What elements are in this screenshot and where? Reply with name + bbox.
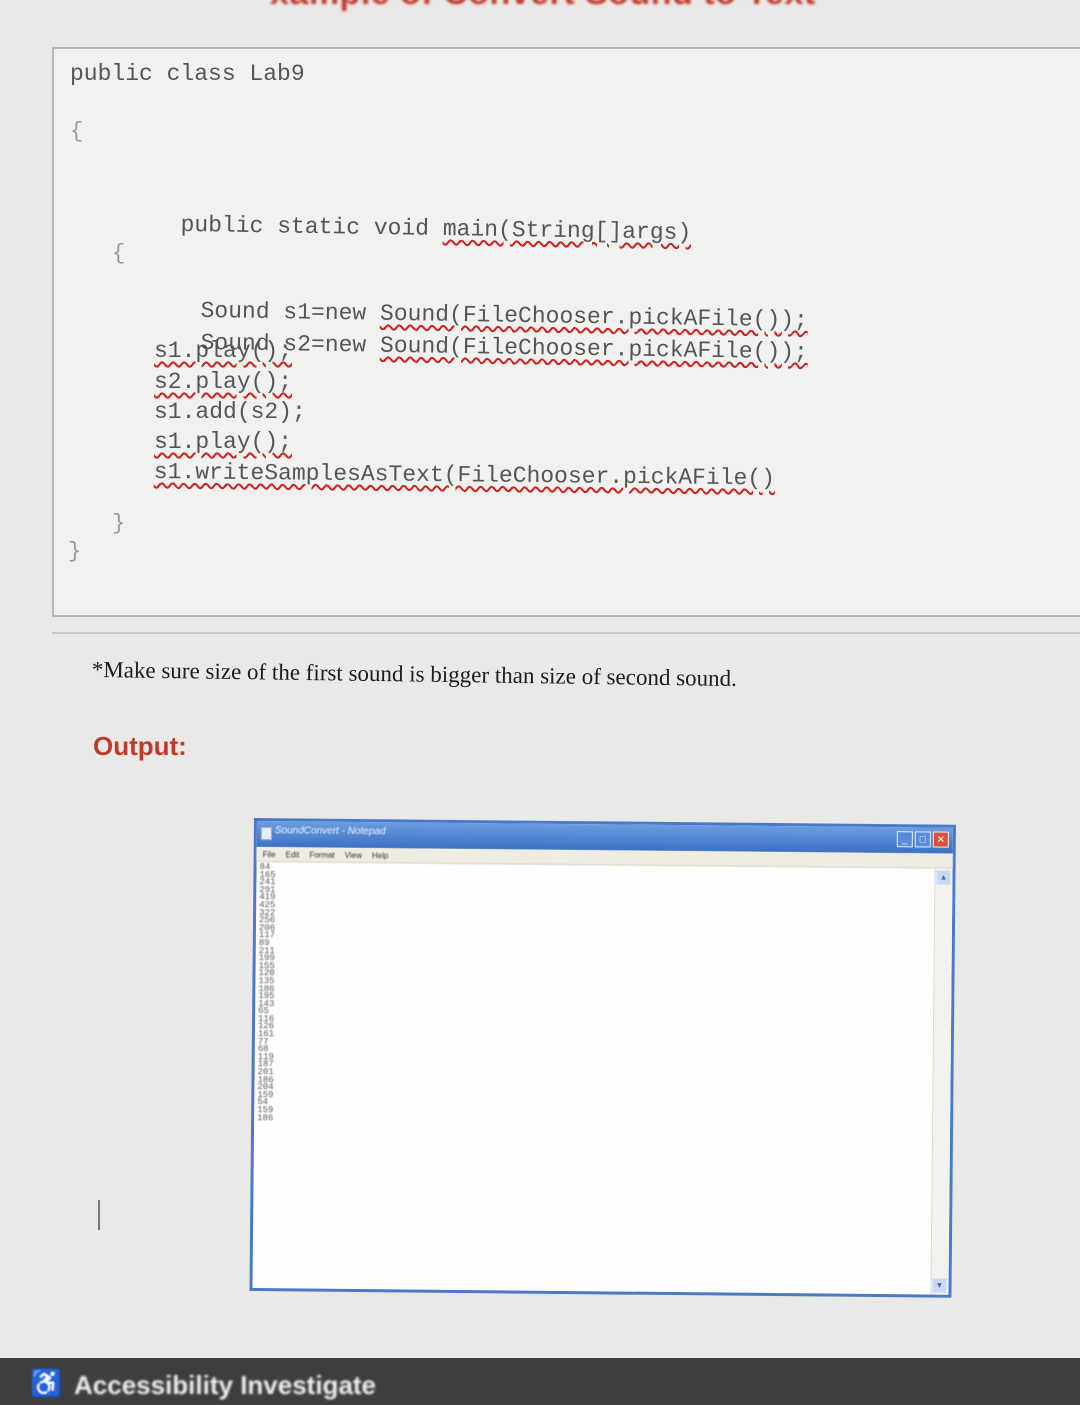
section-divider — [52, 632, 1080, 634]
code-line-3: public static void main(String[]args) — [125, 185, 692, 272]
scroll-up-icon[interactable]: ▲ — [936, 870, 951, 885]
code-line-13: } — [68, 539, 82, 564]
close-icon[interactable]: ✕ — [932, 831, 949, 848]
notepad-app-icon — [260, 827, 272, 841]
text-caret — [98, 1200, 100, 1230]
method-signature-prefix: public static void — [180, 211, 444, 242]
code-line-6-squiggle: Sound(FileChooser.pickAFile()); — [379, 332, 809, 366]
code-line-10: s1.play(); — [154, 429, 293, 455]
notepad-menu-format[interactable]: Format — [309, 850, 334, 859]
method-signature-rest: main(String[]args) — [442, 215, 692, 246]
instruction-note: *Make sure size of the first sound is bi… — [91, 657, 738, 692]
notepad-scrollbar[interactable]: ▲ ▼ — [930, 868, 953, 1295]
notepad-title: SoundConvert - Notepad — [274, 825, 386, 838]
notepad-window[interactable]: SoundConvert - Notepad _ □ ✕ File Edit For… — [249, 818, 956, 1298]
section-heading: xample of Convert Sound to Text — [270, 0, 816, 13]
code-line-2: { — [70, 119, 84, 144]
scroll-down-icon[interactable]: ▼ — [932, 1278, 947, 1293]
code-line-4: { — [112, 241, 126, 266]
code-line-1: public class Lab9 — [70, 61, 305, 87]
code-block: public class Lab9 { public static void m… — [52, 47, 1080, 617]
output-label: Output: — [93, 731, 187, 761]
code-line-9: s1.add(s2); — [154, 399, 306, 425]
notepad-menu-help[interactable]: Help — [372, 851, 389, 860]
notepad-text-area[interactable]: 84 165 241 291 419 425 322 256 206 117 89 211 199 155… — [252, 862, 934, 1294]
footer-bar: ♿ Accessibility Investigate — [0, 1358, 1080, 1405]
accessibility-icon[interactable]: ♿ — [30, 1368, 62, 1399]
minimize-icon[interactable]: _ — [896, 831, 913, 848]
notepad-menu-file[interactable]: File — [263, 850, 276, 859]
code-line-8: s2.play(); — [154, 369, 293, 395]
notepad-menu-view[interactable]: View — [345, 850, 362, 859]
maximize-icon[interactable]: □ — [914, 831, 931, 848]
footer-accessibility-link[interactable]: Accessibility Investigate — [74, 1370, 376, 1401]
code-line-7: s1.play(); — [154, 338, 293, 364]
window-controls: _ □ ✕ — [896, 831, 949, 848]
code-line-12: } — [112, 511, 126, 536]
notepad-menu-edit[interactable]: Edit — [286, 850, 300, 859]
code-line-11: s1.writeSamplesAsText(FileChooser.pickAF… — [153, 459, 776, 492]
